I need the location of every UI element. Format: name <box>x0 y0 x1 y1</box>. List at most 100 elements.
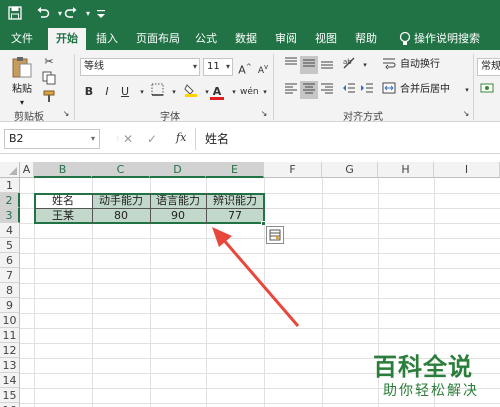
ribbon-home: 粘贴 ▾ ✂ 剪贴板 ↘ 等线 ▾ 11 ▾ A^ Av B I U ▾ ▾ ▾… <box>0 50 500 123</box>
col-header-e[interactable]: E <box>206 162 264 178</box>
row-header-7[interactable]: 7 <box>0 268 20 283</box>
clipboard-launcher-icon[interactable]: ↘ <box>60 108 72 120</box>
tab-file[interactable]: 文件 <box>4 28 40 50</box>
row-header-4[interactable]: 4 <box>0 223 20 238</box>
font-launcher-icon[interactable]: ↘ <box>258 108 270 120</box>
formula-input[interactable]: 姓名 <box>205 129 229 149</box>
accounting-format-icon[interactable] <box>478 81 496 99</box>
font-name-value: 等线 <box>84 61 104 72</box>
cell-e2[interactable]: 辨识能力 <box>206 193 264 208</box>
row-header-8[interactable]: 8 <box>0 283 20 298</box>
row-header-3[interactable]: 3 <box>0 208 20 223</box>
borders-icon[interactable] <box>148 83 166 101</box>
italic-button[interactable]: I <box>98 83 116 101</box>
col-header-h[interactable]: H <box>378 162 434 178</box>
paste-icon[interactable] <box>10 55 34 81</box>
chevron-down-icon: ▾ <box>90 134 95 143</box>
cell-b3[interactable]: 王某 <box>34 208 92 223</box>
merge-center-icon[interactable] <box>380 81 398 99</box>
wrap-text-icon[interactable] <box>380 56 398 74</box>
ribbon-tabs: 文件 开始 插入 页面布局 公式 数据 审阅 视图 帮助 操作说明搜索 <box>0 28 500 50</box>
cell-e3[interactable]: 77 <box>206 208 264 223</box>
row-header-16[interactable]: 16 <box>0 403 20 407</box>
tab-insert[interactable]: 插入 <box>88 28 126 50</box>
align-right-icon[interactable] <box>318 81 336 99</box>
increase-indent-icon[interactable] <box>358 81 376 99</box>
col-header-a[interactable]: A <box>20 162 34 178</box>
tell-me-search[interactable]: 操作说明搜索 <box>414 28 498 50</box>
copy-icon[interactable] <box>40 71 58 89</box>
alignment-launcher-icon[interactable]: ↘ <box>460 108 472 120</box>
font-size-combo[interactable]: 11 ▾ <box>203 58 233 76</box>
tab-help[interactable]: 帮助 <box>348 28 384 50</box>
align-left-icon[interactable] <box>282 81 300 99</box>
watermark-subtitle: 助你轻松解决 <box>383 383 479 399</box>
font-group-label: 字体 <box>160 112 180 123</box>
decrease-indent-icon[interactable] <box>340 81 358 99</box>
align-top-icon[interactable] <box>282 56 300 74</box>
underline-button[interactable]: U <box>116 83 134 101</box>
decrease-font-icon[interactable]: Av <box>254 58 272 76</box>
format-painter-icon[interactable] <box>40 89 58 107</box>
undo-icon[interactable] <box>36 6 52 22</box>
title-bar: ▾ ▾ <box>0 0 500 28</box>
chevron-down-icon: ▾ <box>192 62 197 71</box>
row-header-5[interactable]: 5 <box>0 238 20 253</box>
row-header-13[interactable]: 13 <box>0 358 20 373</box>
row-header-6[interactable]: 6 <box>0 253 20 268</box>
align-bottom-icon[interactable] <box>318 56 336 74</box>
row-header-15[interactable]: 15 <box>0 388 20 403</box>
increase-font-icon[interactable]: A^ <box>236 58 254 77</box>
tab-review[interactable]: 审阅 <box>268 28 304 50</box>
font-color-icon[interactable]: A <box>208 83 226 101</box>
tab-page-layout[interactable]: 页面布局 <box>130 28 186 50</box>
bold-button[interactable]: B <box>80 83 98 101</box>
borders-dropdown-icon[interactable]: ▾ <box>165 83 183 101</box>
row-header-10[interactable]: 10 <box>0 313 20 328</box>
number-format-combo[interactable]: 常规 <box>477 58 500 76</box>
annotation-arrow-icon <box>212 227 300 327</box>
col-header-f[interactable]: F <box>264 162 322 178</box>
select-all-button[interactable] <box>0 162 20 178</box>
row-header-9[interactable]: 9 <box>0 298 20 313</box>
name-box-value: B2 <box>9 132 24 145</box>
cell-d2[interactable]: 语言能力 <box>150 193 206 208</box>
name-box[interactable]: B2 ▾ <box>4 129 100 149</box>
alignment-group-label: 对齐方式 <box>343 112 383 123</box>
cell-b2[interactable]: 姓名 <box>34 193 92 208</box>
cell-c2[interactable]: 动手能力 <box>92 193 150 208</box>
tab-data[interactable]: 数据 <box>228 28 264 50</box>
col-header-b[interactable]: B <box>34 162 92 178</box>
phonetic-dropdown-icon[interactable]: ▾ <box>256 83 274 101</box>
align-center-icon[interactable] <box>300 81 318 99</box>
redo-icon[interactable] <box>64 6 80 22</box>
enter-icon[interactable]: ✓ <box>144 131 160 147</box>
svg-text:ab: ab <box>343 58 352 66</box>
row-header-12[interactable]: 12 <box>0 343 20 358</box>
worksheet-grid[interactable]: A B C D E F G H I 1 2 3 4 5 6 7 8 9 10 1… <box>0 162 500 407</box>
save-icon[interactable] <box>8 6 24 22</box>
tab-view[interactable]: 视图 <box>308 28 344 50</box>
lightbulb-icon <box>398 31 412 47</box>
cancel-icon[interactable]: ✕ <box>120 131 136 147</box>
col-header-d[interactable]: D <box>150 162 206 178</box>
row-header-14[interactable]: 14 <box>0 373 20 388</box>
row-header-11[interactable]: 11 <box>0 328 20 343</box>
row-header-1[interactable]: 1 <box>0 178 20 193</box>
col-header-c[interactable]: C <box>92 162 150 178</box>
customize-toolbar-icon[interactable] <box>94 6 110 22</box>
align-middle-icon[interactable] <box>300 56 318 74</box>
tab-home[interactable]: 开始 <box>48 28 86 50</box>
insert-function-button[interactable]: fx <box>176 131 186 144</box>
tab-formulas[interactable]: 公式 <box>188 28 224 50</box>
merge-center-button[interactable]: 合并后居中 <box>400 81 450 99</box>
cell-c3[interactable]: 80 <box>92 208 150 223</box>
wrap-text-button[interactable]: 自动换行 <box>400 56 440 74</box>
col-header-i[interactable]: I <box>434 162 500 178</box>
col-header-g[interactable]: G <box>322 162 378 178</box>
orientation-dropdown-icon[interactable]: ▾ <box>356 56 374 74</box>
cell-d3[interactable]: 90 <box>150 208 206 223</box>
row-header-2[interactable]: 2 <box>0 193 20 208</box>
font-name-combo[interactable]: 等线 ▾ <box>80 58 200 76</box>
cut-icon[interactable]: ✂ <box>40 53 58 71</box>
